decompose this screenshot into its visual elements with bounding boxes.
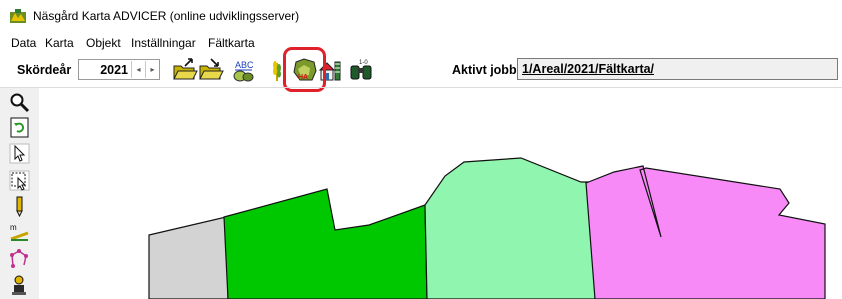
zoom-icon[interactable]: [9, 92, 30, 113]
field-light-green[interactable]: [424, 157, 598, 299]
harvest-year-value[interactable]: 2021: [100, 63, 128, 77]
left-tool-strip: m: [0, 88, 39, 299]
active-job-field[interactable]: 1/Areal/2021/Fältkarta/: [517, 58, 838, 80]
title-bar: Näsgård Karta ADVICER (online udviklings…: [0, 0, 842, 30]
polygon-edit-icon[interactable]: [9, 248, 30, 269]
year-increment-icon[interactable]: ▸: [145, 61, 159, 78]
menu-data[interactable]: Data: [11, 36, 36, 50]
menu-faltkarta[interactable]: Fältkarta: [208, 36, 255, 50]
menu-objekt[interactable]: Objekt: [86, 36, 121, 50]
app-logo-icon: [10, 9, 26, 23]
open-folder-icon[interactable]: [172, 57, 198, 83]
field-green[interactable]: [223, 188, 428, 299]
svg-text:ABC: ABC: [235, 60, 254, 70]
menu-karta[interactable]: Karta: [45, 36, 74, 50]
window-title: Näsgård Karta ADVICER (online udviklings…: [33, 9, 300, 23]
active-job-label: Aktivt jobb: [452, 63, 517, 77]
menu-installningar[interactable]: Inställningar: [131, 36, 196, 50]
pointer-icon[interactable]: [9, 143, 30, 164]
person-icon[interactable]: [9, 275, 30, 296]
binoculars-icon[interactable]: 1-0: [348, 57, 374, 83]
svg-text:m: m: [10, 223, 17, 232]
refresh-icon[interactable]: [9, 117, 30, 138]
field-grey[interactable]: [148, 216, 229, 299]
spellcheck-icon[interactable]: ABC: [231, 57, 257, 83]
measure-icon[interactable]: m: [9, 221, 30, 242]
select-area-icon[interactable]: [9, 170, 30, 191]
harvest-year-stepper[interactable]: 2021 ◂ ▸: [78, 59, 160, 80]
map-canvas[interactable]: [39, 88, 842, 299]
year-decrement-icon[interactable]: ◂: [131, 61, 145, 78]
save-folder-icon[interactable]: [198, 57, 224, 83]
pencil-icon[interactable]: [9, 196, 30, 217]
field-magenta[interactable]: [585, 165, 826, 299]
highlight-frame: [283, 47, 326, 92]
harvest-year-label: Skördeår: [17, 63, 72, 77]
svg-text:1-0: 1-0: [359, 60, 368, 66]
active-job-value[interactable]: 1/Areal/2021/Fältkarta/: [522, 62, 654, 76]
